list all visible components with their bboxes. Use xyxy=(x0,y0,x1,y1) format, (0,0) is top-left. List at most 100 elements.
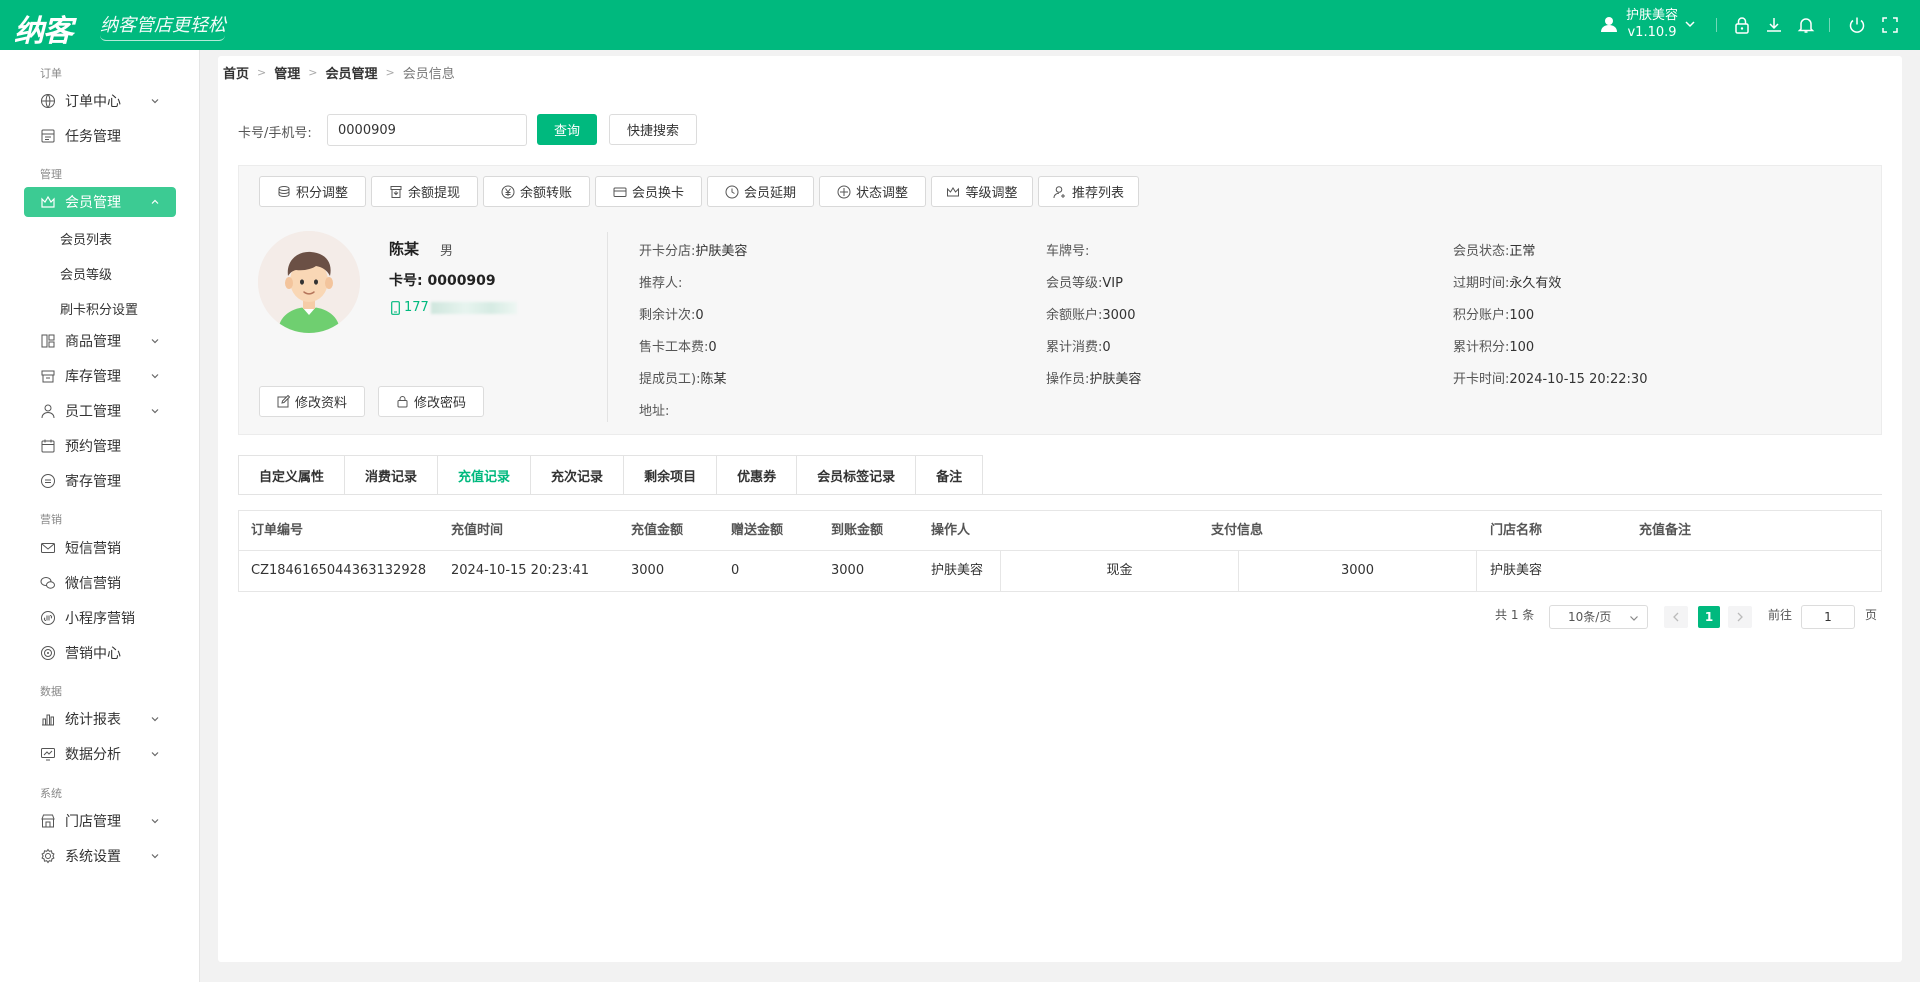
next-page-button[interactable] xyxy=(1728,606,1752,628)
tab-notes[interactable]: 备注 xyxy=(916,456,983,495)
breadcrumb-manage[interactable]: 管理 xyxy=(274,63,300,82)
goto-page-input[interactable]: 1 xyxy=(1801,605,1855,629)
breadcrumb-member-manage[interactable]: 会员管理 xyxy=(325,63,377,82)
sidebar-subitem-member-list[interactable]: 会员列表 xyxy=(60,229,112,248)
balance-withdraw-button[interactable]: 余额提现 xyxy=(371,176,478,207)
field-total-points: 累计积分:100 xyxy=(1453,340,1535,355)
column-header: 充值金额 xyxy=(631,523,684,538)
field-remaining-times: 剩余计次:0 xyxy=(639,308,704,323)
tab-consumption-records[interactable]: 消费记录 xyxy=(345,456,439,495)
tab-member-tag-records[interactable]: 会员标签记录 xyxy=(797,456,917,495)
sidebar-item-task-manage[interactable]: 任务管理 xyxy=(24,121,176,151)
sidebar-item-wechat-marketing[interactable]: 微信营销 xyxy=(24,568,176,598)
sidebar-item-sms-marketing[interactable]: 短信营销 xyxy=(24,533,176,563)
tab-remaining-items[interactable]: 剩余项目 xyxy=(624,456,718,495)
avatar-illustration xyxy=(258,231,360,333)
member-card-number: 卡号: 0000909 xyxy=(389,273,496,289)
chevron-down-icon xyxy=(151,339,159,344)
edit-password-button[interactable]: 修改密码 xyxy=(378,386,484,417)
download-icon[interactable] xyxy=(1765,16,1783,34)
column-header: 操作人 xyxy=(931,523,971,538)
sidebar-item-order-center[interactable]: 订单中心 xyxy=(24,86,176,116)
column-header: 订单编号 xyxy=(251,523,304,538)
chevron-down-icon xyxy=(151,819,159,824)
field-expire-time: 过期时间:永久有效 xyxy=(1453,276,1562,291)
sidebar-item-data-analysis[interactable]: 数据分析 xyxy=(24,739,176,769)
table-row[interactable]: CZ1846165044363132928 2024-10-15 20:23:4… xyxy=(239,551,1881,591)
card-phone-input[interactable] xyxy=(327,114,527,146)
lock-icon xyxy=(397,396,408,408)
quick-search-button[interactable]: 快捷搜索 xyxy=(609,114,697,145)
chevron-down-icon xyxy=(151,99,159,104)
bell-icon[interactable] xyxy=(1797,16,1815,34)
sidebar-item-deposit-manage[interactable]: 寄存管理 xyxy=(24,466,176,496)
slogan: 纳客管店更轻松 xyxy=(100,15,226,36)
member-name: 陈某 xyxy=(389,240,420,258)
field-total-consumption: 累计消费:0 xyxy=(1046,340,1111,355)
breadcrumb: 首页 > 管理 > 会员管理 > 会员信息 xyxy=(223,63,461,82)
sidebar-item-goods-manage[interactable]: 商品管理 xyxy=(24,326,176,356)
sidebar-item-miniapp-marketing[interactable]: 小程序营销 xyxy=(24,603,176,633)
sidebar-item-stock-manage[interactable]: 库存管理 xyxy=(24,361,176,391)
sidebar-item-staff-manage[interactable]: 员工管理 xyxy=(24,396,176,426)
balance-transfer-button[interactable]: 余额转账 xyxy=(483,176,590,207)
tab-times-recharge-records[interactable]: 充次记录 xyxy=(531,456,625,495)
status-adjust-button[interactable]: 状态调整 xyxy=(819,176,926,207)
tab-custom-attributes[interactable]: 自定义属性 xyxy=(239,456,346,495)
cell-operator: 护肤美容 xyxy=(931,563,984,578)
pagination-total: 共 1 条 xyxy=(1495,608,1535,622)
column-header: 赠送金额 xyxy=(731,523,784,538)
field-member-status: 会员状态:正常 xyxy=(1453,244,1536,259)
referral-list-button[interactable]: 推荐列表 xyxy=(1038,176,1139,207)
change-card-button[interactable]: 会员换卡 xyxy=(595,176,702,207)
breadcrumb-current: 会员信息 xyxy=(402,67,455,82)
sidebar-subitem-member-level[interactable]: 会员等级 xyxy=(60,264,112,283)
chevron-right-icon xyxy=(1737,612,1743,622)
slogan-swoosh xyxy=(100,35,225,41)
sidebar-item-member-manage[interactable]: 会员管理 xyxy=(24,187,176,217)
chevron-down-icon xyxy=(151,717,159,722)
chevron-down-icon xyxy=(151,374,159,379)
level-adjust-button[interactable]: 等级调整 xyxy=(931,176,1033,207)
tab-coupons[interactable]: 优惠券 xyxy=(717,456,798,495)
extend-member-button[interactable]: 会员延期 xyxy=(707,176,814,207)
miniapp-icon xyxy=(41,611,55,625)
phone-icon xyxy=(391,300,400,315)
points-adjust-button[interactable]: 积分调整 xyxy=(259,176,366,207)
edit-info-button[interactable]: 修改资料 xyxy=(259,386,365,417)
card-icon xyxy=(613,187,627,197)
breadcrumb-home[interactable]: 首页 xyxy=(223,63,249,82)
page-size-select[interactable]: 10条/页 xyxy=(1549,605,1648,629)
fullscreen-icon[interactable] xyxy=(1881,16,1899,34)
field-operator: 操作员:护肤美容 xyxy=(1046,372,1142,387)
query-button[interactable]: 查询 xyxy=(537,114,597,145)
sidebar-item-store-manage[interactable]: 门店管理 xyxy=(24,806,176,836)
lock-icon[interactable] xyxy=(1733,16,1751,34)
chevron-down-icon xyxy=(151,752,159,757)
caret-down-icon xyxy=(1685,21,1695,28)
sidebar-item-stats-report[interactable]: 统计报表 xyxy=(24,704,176,734)
tab-recharge-records[interactable]: 充值记录 xyxy=(438,456,532,495)
power-icon[interactable] xyxy=(1848,16,1866,34)
sidebar-subitem-swipe-points[interactable]: 刷卡积分设置 xyxy=(60,299,138,318)
sidebar-item-booking-manage[interactable]: 预约管理 xyxy=(24,431,176,461)
recharge-table: 订单编号 充值时间 充值金额 赠送金额 到账金额 操作人 支付信息 门店名称 充… xyxy=(238,510,1882,592)
column-header: 支付信息 xyxy=(1211,523,1264,538)
prev-page-button[interactable] xyxy=(1664,606,1688,628)
field-plate-number: 车牌号: xyxy=(1046,244,1090,259)
sidebar-item-system-settings[interactable]: 系统设置 xyxy=(24,841,176,871)
chevron-down-icon xyxy=(151,409,159,414)
member-avatar xyxy=(258,231,360,333)
phone-redacted xyxy=(430,301,517,314)
deposit-icon xyxy=(41,474,55,488)
breadcrumb-separator: > xyxy=(385,66,395,79)
user-menu[interactable]: 护肤美容 v1.10.9 xyxy=(1600,7,1696,41)
page-number-current[interactable]: 1 xyxy=(1698,606,1720,628)
sidebar-item-marketing-center[interactable]: 营销中心 xyxy=(24,638,176,668)
cell-pay-amount: 3000 xyxy=(1238,551,1476,591)
search-label: 卡号/手机号: xyxy=(238,126,312,141)
field-balance-account: 余额账户:3000 xyxy=(1046,308,1136,323)
field-points-account: 积分账户:100 xyxy=(1453,308,1535,323)
chevron-down-icon xyxy=(1630,616,1638,621)
field-open-store: 开卡分店:护肤美容 xyxy=(639,244,748,259)
